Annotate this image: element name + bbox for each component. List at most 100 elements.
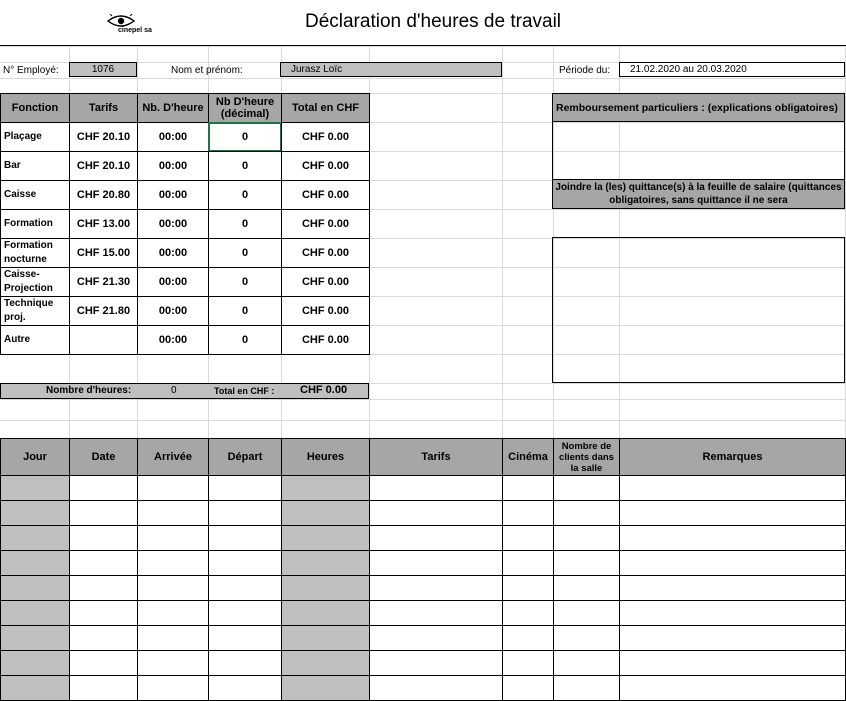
daily-row-cell[interactable]: [137, 675, 209, 701]
daily-row-cell[interactable]: [208, 625, 282, 651]
daily-row-cell[interactable]: [502, 525, 554, 551]
daily-row-cell[interactable]: [0, 550, 70, 576]
daily-row-cell[interactable]: [69, 600, 138, 626]
daily-row-cell[interactable]: [502, 575, 554, 601]
receipt-area[interactable]: [552, 237, 845, 383]
daily-row-cell[interactable]: [553, 475, 620, 501]
daily-row-cell[interactable]: [369, 575, 503, 601]
selected-cell[interactable]: 0: [208, 122, 282, 152]
logo-text: cinepel sa: [118, 27, 152, 34]
daily-header-1: Date: [69, 438, 138, 476]
daily-row-cell[interactable]: [502, 625, 554, 651]
daily-row-cell[interactable]: [69, 525, 138, 551]
daily-row-cell[interactable]: [553, 500, 620, 526]
name-field[interactable]: Jurasz Loïc: [280, 62, 502, 77]
daily-row-cell[interactable]: [502, 550, 554, 576]
daily-row-cell[interactable]: [281, 575, 370, 601]
function-label: Caisse-Projection: [0, 267, 70, 297]
daily-row-cell[interactable]: [208, 525, 282, 551]
rates-cell-heures[interactable]: 00:00: [137, 151, 209, 181]
daily-row-cell[interactable]: [208, 550, 282, 576]
daily-row-cell[interactable]: [137, 525, 209, 551]
daily-row-cell[interactable]: [137, 625, 209, 651]
daily-row-cell[interactable]: [619, 575, 846, 601]
daily-row-cell[interactable]: [619, 650, 846, 676]
rates-cell-heures[interactable]: 00:00: [137, 209, 209, 239]
daily-row-cell[interactable]: [69, 575, 138, 601]
daily-row-cell[interactable]: [502, 500, 554, 526]
daily-row-cell[interactable]: [69, 625, 138, 651]
daily-row-cell[interactable]: [137, 500, 209, 526]
daily-row-cell[interactable]: [208, 650, 282, 676]
daily-row-cell[interactable]: [137, 475, 209, 501]
daily-row-cell[interactable]: [619, 600, 846, 626]
daily-row-cell[interactable]: [369, 475, 503, 501]
daily-row-cell[interactable]: [137, 575, 209, 601]
daily-row-cell[interactable]: [137, 600, 209, 626]
daily-row-cell[interactable]: [369, 675, 503, 701]
rates-cell-heures[interactable]: 00:00: [137, 296, 209, 326]
daily-row-cell[interactable]: [502, 475, 554, 501]
daily-row-cell[interactable]: [553, 575, 620, 601]
daily-row-cell[interactable]: [281, 650, 370, 676]
daily-row-cell[interactable]: [369, 500, 503, 526]
daily-row-cell[interactable]: [0, 525, 70, 551]
daily-row-cell[interactable]: [619, 500, 846, 526]
daily-row-cell[interactable]: [619, 675, 846, 701]
daily-row-cell[interactable]: [137, 650, 209, 676]
reimbursement-input-area[interactable]: [552, 121, 845, 180]
daily-row-cell[interactable]: [208, 600, 282, 626]
rates-cell-heures[interactable]: 00:00: [137, 122, 209, 152]
daily-row-cell[interactable]: [0, 500, 70, 526]
daily-row-cell[interactable]: [553, 600, 620, 626]
daily-row-cell[interactable]: [0, 650, 70, 676]
daily-row-cell[interactable]: [619, 625, 846, 651]
rates-cell-heures[interactable]: 00:00: [137, 180, 209, 210]
daily-row-cell[interactable]: [619, 475, 846, 501]
eye-logo-icon: [106, 14, 136, 27]
daily-row-cell[interactable]: [619, 525, 846, 551]
daily-row-cell[interactable]: [369, 525, 503, 551]
daily-row-cell[interactable]: [69, 675, 138, 701]
daily-row-cell[interactable]: [502, 675, 554, 701]
daily-row-cell[interactable]: [281, 600, 370, 626]
daily-row-cell[interactable]: [502, 600, 554, 626]
daily-row-cell[interactable]: [0, 475, 70, 501]
daily-row-cell[interactable]: [553, 550, 620, 576]
employee-number-field[interactable]: 1076: [69, 62, 137, 77]
daily-row-cell[interactable]: [137, 550, 209, 576]
daily-row-cell[interactable]: [208, 475, 282, 501]
daily-row-cell[interactable]: [281, 625, 370, 651]
daily-row-cell[interactable]: [369, 600, 503, 626]
daily-row-cell[interactable]: [369, 650, 503, 676]
daily-row-cell[interactable]: [553, 525, 620, 551]
daily-row-cell[interactable]: [69, 650, 138, 676]
daily-row-cell[interactable]: [0, 675, 70, 701]
daily-row-cell[interactable]: [619, 550, 846, 576]
daily-row-cell[interactable]: [69, 475, 138, 501]
daily-row-cell[interactable]: [208, 500, 282, 526]
daily-row-cell[interactable]: [281, 675, 370, 701]
daily-row-cell[interactable]: [281, 525, 370, 551]
daily-row-cell[interactable]: [369, 550, 503, 576]
daily-row-cell[interactable]: [502, 650, 554, 676]
daily-row-cell[interactable]: [281, 500, 370, 526]
rates-cell-heures[interactable]: 00:00: [137, 267, 209, 297]
rates-cell-heures[interactable]: 00:00: [137, 238, 209, 268]
daily-row-cell[interactable]: [281, 475, 370, 501]
daily-row-cell[interactable]: [553, 675, 620, 701]
daily-row-cell[interactable]: [281, 550, 370, 576]
daily-row-cell[interactable]: [0, 575, 70, 601]
daily-row-cell[interactable]: [0, 600, 70, 626]
rates-header-4: Total en CHF: [281, 93, 370, 123]
daily-row-cell[interactable]: [69, 500, 138, 526]
daily-row-cell[interactable]: [208, 675, 282, 701]
daily-row-cell[interactable]: [0, 625, 70, 651]
daily-row-cell[interactable]: [208, 575, 282, 601]
period-field[interactable]: 21.02.2020 au 20.03.2020: [619, 62, 845, 77]
daily-row-cell[interactable]: [553, 625, 620, 651]
daily-row-cell[interactable]: [553, 650, 620, 676]
rates-cell-heures[interactable]: 00:00: [137, 325, 209, 355]
daily-row-cell[interactable]: [69, 550, 138, 576]
daily-row-cell[interactable]: [369, 625, 503, 651]
